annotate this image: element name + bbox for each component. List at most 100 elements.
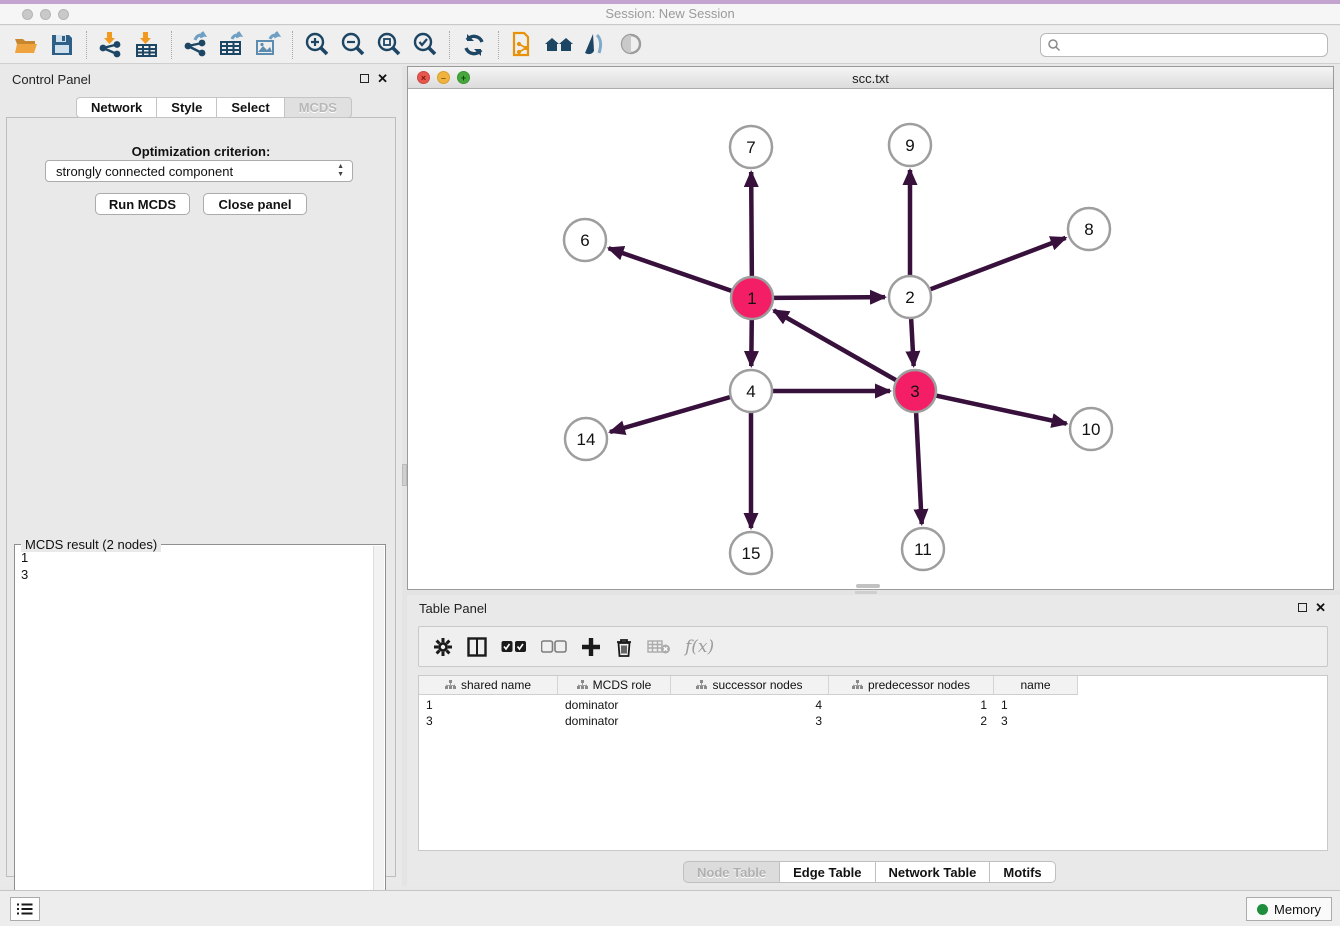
search-input[interactable]: [1040, 33, 1328, 57]
cell-MCDS-role[interactable]: dominator: [558, 713, 671, 729]
table-row[interactable]: 3dominator323: [419, 713, 1327, 729]
settings-icon[interactable]: [433, 637, 453, 657]
delete-table-icon: [647, 639, 671, 655]
cell-shared-name[interactable]: 3: [419, 713, 558, 729]
open-session-icon[interactable]: [8, 29, 44, 61]
tab-select[interactable]: Select: [216, 97, 283, 118]
network-h-scrollbar-thumb[interactable]: [856, 584, 880, 588]
delete-icon[interactable]: [615, 637, 633, 657]
float-panel-icon[interactable]: [1298, 603, 1307, 612]
import-network-icon[interactable]: [93, 29, 129, 61]
control-panel-tabs: NetworkStyleSelectMCDS: [76, 97, 352, 118]
node-table[interactable]: shared nameMCDS rolesuccessor nodesprede…: [418, 675, 1328, 851]
table-row[interactable]: 1dominator411: [419, 697, 1327, 713]
mcds-tab-content: Optimization criterion: strongly connect…: [6, 117, 396, 877]
memory-label: Memory: [1274, 902, 1321, 917]
zoom-in-icon[interactable]: [299, 29, 335, 61]
column-header-shared-name[interactable]: shared name: [419, 676, 558, 695]
tab-mcds[interactable]: MCDS: [284, 97, 352, 118]
show-hide-details-icon[interactable]: [613, 29, 649, 61]
graph-node-label-10: 10: [1082, 420, 1101, 439]
close-panel-icon[interactable]: ✕: [377, 74, 388, 83]
graph-node-label-2: 2: [905, 288, 914, 307]
graph-edge-3-1[interactable]: [774, 310, 896, 380]
tab-style[interactable]: Style: [156, 97, 216, 118]
table-panel-title: Table Panel: [419, 601, 487, 616]
main-toolbar: [0, 26, 1340, 64]
export-table-icon[interactable]: [214, 29, 250, 61]
network-window-title: scc.txt: [408, 71, 1333, 86]
close-panel-button[interactable]: Close panel: [203, 193, 307, 215]
save-session-icon[interactable]: [44, 29, 80, 61]
window-accent-strip: [0, 0, 1340, 4]
cell-name[interactable]: 3: [994, 713, 1078, 729]
export-image-icon[interactable]: [250, 29, 286, 61]
float-panel-icon[interactable]: [360, 74, 369, 83]
tab-node-table[interactable]: Node Table: [683, 861, 779, 883]
app-title: Session: New Session: [0, 6, 1340, 21]
cell-successor-nodes[interactable]: 3: [671, 713, 829, 729]
graph-node-label-11: 11: [914, 540, 932, 559]
import-table-icon[interactable]: [129, 29, 165, 61]
close-panel-icon[interactable]: ✕: [1315, 603, 1326, 612]
table-toolbar: f(x): [418, 626, 1328, 667]
add-icon[interactable]: [581, 637, 601, 657]
column-header-predecessor-nodes[interactable]: predecessor nodes: [829, 676, 994, 695]
toolbar-separator: [449, 31, 450, 59]
graph-edge-1-2[interactable]: [774, 297, 885, 298]
graph-node-label-15: 15: [742, 544, 761, 563]
graph-edge-1-6[interactable]: [609, 248, 732, 291]
graph-edge-3-10[interactable]: [937, 396, 1067, 424]
graph-edge-2-8[interactable]: [931, 238, 1066, 289]
cell-MCDS-role[interactable]: dominator: [558, 697, 671, 713]
split-view-icon[interactable]: [467, 637, 487, 657]
graph-edge-4-14[interactable]: [610, 397, 730, 432]
tab-edge-table[interactable]: Edge Table: [779, 861, 874, 883]
toolbar-separator: [292, 31, 293, 59]
cell-predecessor-nodes[interactable]: 2: [829, 713, 994, 729]
mcds-result-text[interactable]: 1 3: [21, 549, 28, 583]
namespace-icon: [577, 680, 588, 690]
graph-edge-3-11[interactable]: [916, 413, 922, 524]
select-stepper-icon: ▲▼: [337, 163, 344, 179]
refresh-layout-icon[interactable]: [456, 29, 492, 61]
network-window-titlebar[interactable]: × – + scc.txt: [408, 67, 1333, 89]
optimization-criterion-select[interactable]: strongly connected component ▲▼: [45, 160, 353, 182]
toolbar-separator: [86, 31, 87, 59]
graph-edge-1-7[interactable]: [751, 172, 752, 276]
fit-content-icon[interactable]: [371, 29, 407, 61]
cell-shared-name[interactable]: 1: [419, 697, 558, 713]
task-history-button[interactable]: [10, 897, 40, 921]
tab-network-table[interactable]: Network Table: [875, 861, 990, 883]
cell-successor-nodes[interactable]: 4: [671, 697, 829, 713]
run-mcds-button[interactable]: Run MCDS: [95, 193, 190, 215]
graph-node-label-9: 9: [905, 136, 914, 155]
deselect-all-icon[interactable]: [541, 640, 567, 654]
tab-network[interactable]: Network: [76, 97, 156, 118]
graph-edge-2-3[interactable]: [911, 319, 914, 366]
cell-predecessor-nodes[interactable]: 1: [829, 697, 994, 713]
zoom-out-icon[interactable]: [335, 29, 371, 61]
search-icon: [1047, 38, 1061, 52]
select-all-icon[interactable]: [501, 640, 527, 654]
mcds-result-scrollbar[interactable]: [373, 546, 384, 917]
toolbar-separator: [498, 31, 499, 59]
memory-status-icon: [1257, 904, 1268, 915]
column-header-MCDS-role[interactable]: MCDS role: [558, 676, 671, 695]
function-builder-icon: f(x): [685, 637, 714, 657]
zoom-selected-icon[interactable]: [407, 29, 443, 61]
apply-style-icon[interactable]: [577, 29, 613, 61]
column-header-successor-nodes[interactable]: successor nodes: [671, 676, 829, 695]
export-network-icon[interactable]: [178, 29, 214, 61]
first-neighbors-icon[interactable]: [541, 29, 577, 61]
column-header-name[interactable]: name: [994, 676, 1078, 695]
graph-node-label-3: 3: [910, 382, 919, 401]
splitter-grip[interactable]: [855, 591, 877, 594]
memory-button[interactable]: Memory: [1246, 897, 1332, 921]
cell-name[interactable]: 1: [994, 697, 1078, 713]
optimization-criterion-label: Optimization criterion:: [7, 144, 395, 159]
graph-node-label-1: 1: [747, 289, 756, 308]
network-from-selection-icon[interactable]: [505, 29, 541, 61]
network-canvas[interactable]: 7968124314101511: [408, 89, 1333, 589]
tab-motifs[interactable]: Motifs: [989, 861, 1055, 883]
